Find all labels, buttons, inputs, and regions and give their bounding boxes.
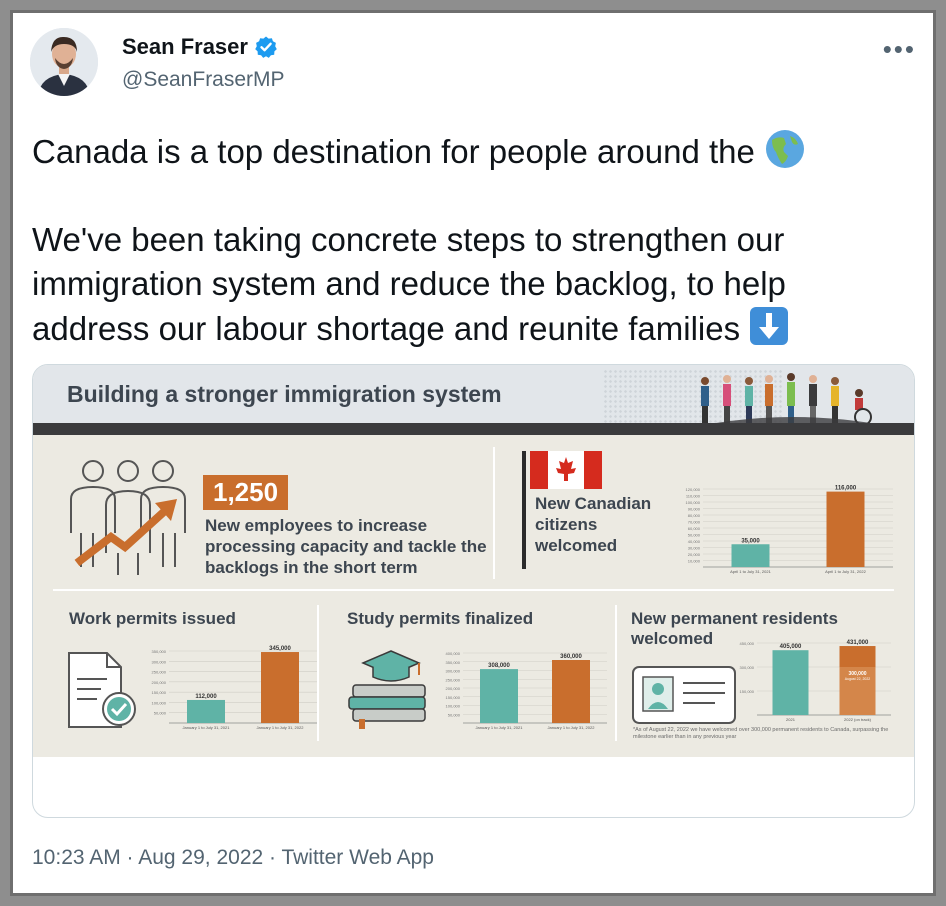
y-tick-label: 70,000	[688, 520, 701, 525]
author-name[interactable]: Sean Fraser	[122, 34, 248, 60]
tweet-timestamp[interactable]: 10:23 AM · Aug 29, 2022 · Twitter Web Ap…	[32, 846, 434, 870]
citizens-text: New Canadian citizens welcomed	[535, 494, 652, 555]
bar-1	[480, 669, 518, 723]
divider-bottom-2	[615, 605, 617, 741]
bar-2	[552, 660, 590, 723]
y-tick-label: 150,000	[740, 689, 755, 694]
y-tick-label: 120,000	[686, 487, 701, 492]
y-tick-label: 350,000	[152, 649, 167, 654]
data-label: 345,000	[269, 646, 291, 652]
y-tick-label: 100,000	[446, 704, 461, 709]
divider-bottom-1	[317, 605, 319, 741]
bar-1	[731, 544, 770, 567]
y-tick-label: 100,000	[686, 500, 701, 505]
bar-1	[187, 699, 225, 723]
y-tick-label: 50,000	[154, 711, 167, 716]
study-permits-chart: 400,000 350,000 300,000 250,000 200,000 150,0…	[446, 651, 607, 730]
y-tick-label: 80,000	[688, 513, 701, 518]
y-tick-label: 200,000	[446, 686, 461, 691]
y-tick-label: 200,000	[152, 680, 167, 685]
tweet-line-1: Canada is a top destination for people a…	[32, 128, 912, 174]
data-label: 431,000	[847, 640, 869, 646]
y-tick-label: 300,000	[152, 659, 167, 664]
more-options-icon[interactable]: •••	[883, 36, 916, 62]
y-tick-label: 100,000	[152, 700, 167, 705]
infographic: Building a stronger immigration system 1…	[33, 365, 914, 757]
y-tick-label: 300,000	[446, 669, 461, 674]
y-tick-label: 90,000	[688, 507, 701, 512]
tweet-blank-line	[32, 174, 912, 218]
bar-2	[826, 491, 865, 567]
work-permits-chart: 350,000 300,000 250,000 200,000 150,000 100,0…	[152, 646, 317, 730]
y-tick-label: 50,000	[448, 712, 461, 717]
document-check-icon	[68, 652, 136, 728]
y-tick-label: 50,000	[688, 533, 701, 538]
permanent-residents-chart: 450,000 300,000 150,000 405,000 2021 431,000 2…	[740, 640, 891, 722]
avatar[interactable]	[30, 28, 98, 96]
tweet-header: Sean Fraser @SeanFraserMP •••	[30, 28, 914, 118]
category-label: January 1 to July 31, 2021	[476, 725, 524, 730]
author-name-row[interactable]: Sean Fraser	[122, 34, 278, 60]
y-tick-label: 30,000	[688, 546, 701, 551]
people-group-icon	[693, 373, 893, 427]
data-label: 116,000	[835, 486, 857, 492]
tweet-line-4: address our labour shortage and reunite …	[32, 306, 912, 351]
y-tick-label: 110,000	[686, 494, 701, 499]
bar-2	[261, 652, 299, 723]
employees-text: New employees to increase processing cap…	[205, 516, 487, 577]
canada-flag-icon	[530, 451, 602, 489]
down-arrow-icon	[750, 307, 789, 345]
infographic-title: Building a stronger immigration system	[67, 381, 502, 407]
employees-people-icon	[70, 460, 186, 575]
employees-number: 1,250	[203, 475, 289, 510]
infographic-header: Building a stronger immigration system	[33, 365, 914, 427]
section-separator	[53, 589, 894, 591]
y-tick-label: 350,000	[446, 660, 461, 665]
category-label: 2021	[786, 717, 796, 722]
y-tick-label: 250,000	[152, 670, 167, 675]
y-tick-label: 150,000	[152, 690, 167, 695]
y-tick-label: 10,000	[688, 559, 701, 564]
y-tick-label: 60,000	[688, 526, 701, 531]
tweet-line-2: We've been taking concrete steps to stre…	[32, 221, 785, 258]
y-tick-label: 250,000	[446, 677, 461, 682]
y-tick-label: 150,000	[446, 695, 461, 700]
author-handle[interactable]: @SeanFraserMP	[122, 68, 285, 92]
category-label: January 1 to July 31, 2022	[257, 725, 305, 730]
tweet-text: Canada is a top destination for people a…	[32, 128, 912, 351]
study-permits-title: Study permits finalized	[347, 609, 534, 628]
data-label: 112,000	[195, 694, 217, 700]
work-permits-title: Work permits issued	[69, 609, 236, 628]
category-label: April 1 to July 31, 2022	[825, 569, 866, 574]
data-label: 405,000	[780, 644, 802, 650]
pr-footnote: *As of August 22, 2022 we have welcomed …	[633, 727, 889, 740]
category-label: January 1 to July 31, 2022	[548, 725, 596, 730]
category-label: 2022 (on track)	[844, 717, 872, 722]
data-label: 360,000	[560, 654, 582, 660]
y-tick-label: 300,000	[740, 665, 755, 670]
flagpole	[522, 451, 526, 569]
books-graduation-icon	[348, 650, 426, 729]
data-label: 35,000	[741, 538, 760, 544]
overlay-sublabel: August 22, 2022	[845, 677, 871, 681]
y-tick-label: 20,000	[688, 552, 701, 557]
category-label: January 1 to July 31, 2021	[183, 725, 231, 730]
tweet-media[interactable]: Building a stronger immigration system 1…	[32, 364, 915, 818]
id-card-icon	[632, 666, 736, 724]
globe-americas-icon	[766, 130, 805, 168]
citizens-chart: 120,000 110,000100,000 90,00080,000 70,0006…	[686, 486, 893, 574]
verified-badge-icon	[255, 36, 277, 58]
bar-1	[772, 650, 809, 715]
divider-top	[493, 447, 495, 579]
infographic-header-bar	[33, 423, 914, 435]
y-tick-label: 400,000	[446, 651, 461, 656]
y-tick-label: 40,000	[688, 539, 701, 544]
tweet-line-3: immigration system and reduce the backlo…	[32, 265, 786, 302]
category-label: April 1 to July 31, 2021	[730, 569, 771, 574]
y-tick-label: 450,000	[740, 641, 755, 646]
data-label: 308,000	[488, 663, 510, 669]
